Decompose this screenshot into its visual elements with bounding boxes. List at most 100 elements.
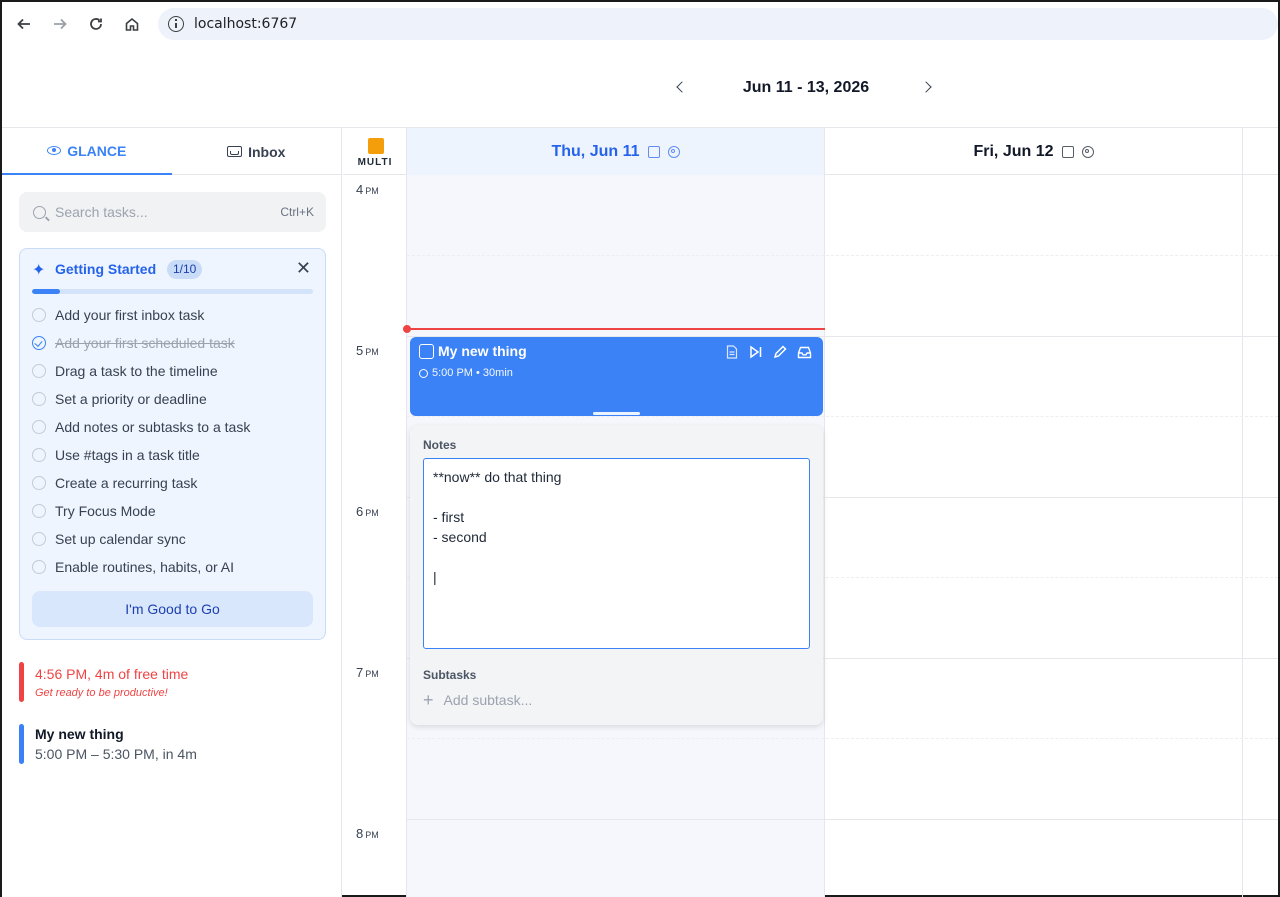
checklist-item[interactable]: Add your first inbox task <box>32 305 204 325</box>
hour-line <box>407 819 1278 820</box>
resize-handle[interactable] <box>593 412 640 415</box>
multi-square-icon <box>368 138 384 154</box>
home-button[interactable] <box>118 10 146 38</box>
hour-label: 5 PM <box>356 343 379 358</box>
address-bar[interactable]: localhost:6767 <box>158 8 1278 40</box>
sidebar-tabs: GLANCE Inbox <box>2 128 341 175</box>
arrow-right-icon <box>54 18 67 30</box>
checklist-item[interactable]: Set a priority or deadline <box>32 389 207 409</box>
hour-number: 5 <box>356 343 364 358</box>
calendar: MULTI Thu, Jun 11 Fri, Jun 12 4 PM 5 PM 6 PM 7… <box>343 128 1278 897</box>
hour-number: 8 <box>356 826 364 841</box>
search-input[interactable]: Search tasks... Ctrl+K <box>19 192 326 232</box>
checklist-item-label: Set a priority or deadline <box>55 391 207 407</box>
target-icon[interactable] <box>1081 145 1094 158</box>
event-checkbox[interactable] <box>419 344 434 359</box>
chevron-right-icon <box>920 81 932 93</box>
circle-icon <box>32 532 46 546</box>
checklist-item-label: Add notes or subtasks to a task <box>55 419 251 435</box>
checklist-item[interactable]: Drag a task to the timeline <box>32 361 218 381</box>
glance-color-bar <box>19 724 24 764</box>
checklist-item-label: Add your first scheduled task <box>55 335 235 351</box>
hour-label: 6 PM <box>356 504 379 519</box>
calendar-event[interactable]: My new thing 5:00 PM • 30min <box>410 337 823 416</box>
inbox-icon <box>227 146 243 157</box>
checklist-item[interactable]: Set up calendar sync <box>32 529 186 549</box>
circle-icon <box>32 364 46 378</box>
glance-next-event[interactable]: My new thing 5:00 PM – 5:30 PM, in 4m <box>19 724 319 764</box>
forward-button[interactable] <box>46 10 74 38</box>
tab-inbox[interactable]: Inbox <box>172 128 342 175</box>
hour-ampm: PM <box>365 508 379 518</box>
checklist-item[interactable]: Use #tags in a task title <box>32 445 200 465</box>
day-label: Thu, Jun 11 <box>551 142 640 160</box>
checklist-item-label: Drag a task to the timeline <box>55 363 218 379</box>
day-header-thu[interactable]: Thu, Jun 11 <box>407 128 825 175</box>
checklist-item-label: Try Focus Mode <box>55 503 156 519</box>
tab-glance-label: GLANCE <box>67 142 127 159</box>
reload-icon <box>90 18 102 30</box>
half-hour-line <box>407 416 1278 417</box>
checklist-item[interactable]: Enable routines, habits, or AI <box>32 557 234 577</box>
current-time-line <box>407 328 825 330</box>
hour-number: 4 <box>356 182 364 197</box>
check-circle-icon <box>32 336 46 350</box>
multi-day-toggle[interactable]: MULTI <box>343 128 407 175</box>
prev-range-button[interactable] <box>672 76 692 98</box>
checklist-item-label: Enable routines, habits, or AI <box>55 559 234 575</box>
edit-note-icon[interactable] <box>1061 145 1074 158</box>
hour-ampm: PM <box>365 669 379 679</box>
inbox-icon[interactable] <box>796 344 812 360</box>
hour-label: 7 PM <box>356 665 379 680</box>
glance-title: My new thing <box>35 726 124 742</box>
close-icon[interactable]: ✕ <box>296 258 311 279</box>
checklist-item[interactable]: Try Focus Mode <box>32 501 156 521</box>
notes-textarea[interactable]: **now** do that thing - first - second | <box>423 458 810 649</box>
subtasks-label: Subtasks <box>423 668 477 682</box>
tab-glance[interactable]: GLANCE <box>2 128 172 175</box>
glance-free-time[interactable]: 4:56 PM, 4m of free time Get ready to be… <box>19 662 319 702</box>
arrow-left-icon <box>17 18 30 30</box>
hour-label: 8 PM <box>356 826 379 841</box>
circle-icon <box>32 308 46 322</box>
sidebar: GLANCE Inbox Search tasks... Ctrl+K ✦ Ge… <box>2 128 342 897</box>
plus-icon: + <box>423 689 434 710</box>
checklist-item[interactable]: Add notes or subtasks to a task <box>32 417 250 437</box>
edit-note-icon[interactable] <box>647 145 660 158</box>
note-icon[interactable] <box>724 344 740 360</box>
good-to-go-button[interactable]: I'm Good to Go <box>32 591 313 627</box>
glance-title: 4:56 PM, 4m of free time <box>35 666 189 682</box>
day-header-fri[interactable]: Fri, Jun 12 <box>825 128 1243 175</box>
task-details-panel: Notes **now** do that thing - first - se… <box>410 425 823 725</box>
calendar-header: MULTI Thu, Jun 11 Fri, Jun 12 <box>343 128 1278 175</box>
day-column-fri[interactable] <box>825 175 1243 897</box>
info-icon[interactable] <box>168 16 184 32</box>
reload-button[interactable] <box>82 10 110 38</box>
add-subtask-placeholder: Add subtask... <box>443 692 533 708</box>
pencil-icon[interactable] <box>772 344 788 360</box>
browser-toolbar: localhost:6767 <box>2 2 1278 46</box>
url-text: localhost:6767 <box>194 16 298 32</box>
checklist-item[interactable]: Add your first scheduled task <box>32 333 235 353</box>
getting-started-card: ✦ Getting Started 1/10 ✕ Add your first … <box>19 248 326 640</box>
skip-forward-icon[interactable] <box>748 344 764 360</box>
circle-icon <box>32 420 46 434</box>
date-range-title: Jun 11 - 13, 2026 <box>742 79 870 96</box>
search-icon <box>33 205 46 219</box>
clock-icon <box>419 369 428 378</box>
circle-icon <box>32 504 46 518</box>
add-subtask-input[interactable]: + Add subtask... <box>423 690 532 710</box>
progress-bar-fill <box>32 289 61 294</box>
target-icon[interactable] <box>667 145 680 158</box>
time-gutter: 4 PM 5 PM 6 PM 7 PM 8 PM <box>343 175 407 897</box>
circle-icon <box>32 448 46 462</box>
checklist-item[interactable]: Create a recurring task <box>32 473 197 493</box>
glance-subtitle: Get ready to be productive! <box>35 687 168 699</box>
hour-number: 7 <box>356 665 364 680</box>
back-button[interactable] <box>10 10 38 38</box>
home-icon <box>125 17 139 31</box>
hour-label: 4 PM <box>356 182 379 197</box>
getting-started-title: Getting Started <box>55 261 157 277</box>
hour-ampm: PM <box>365 186 379 196</box>
next-range-button[interactable] <box>918 76 938 98</box>
